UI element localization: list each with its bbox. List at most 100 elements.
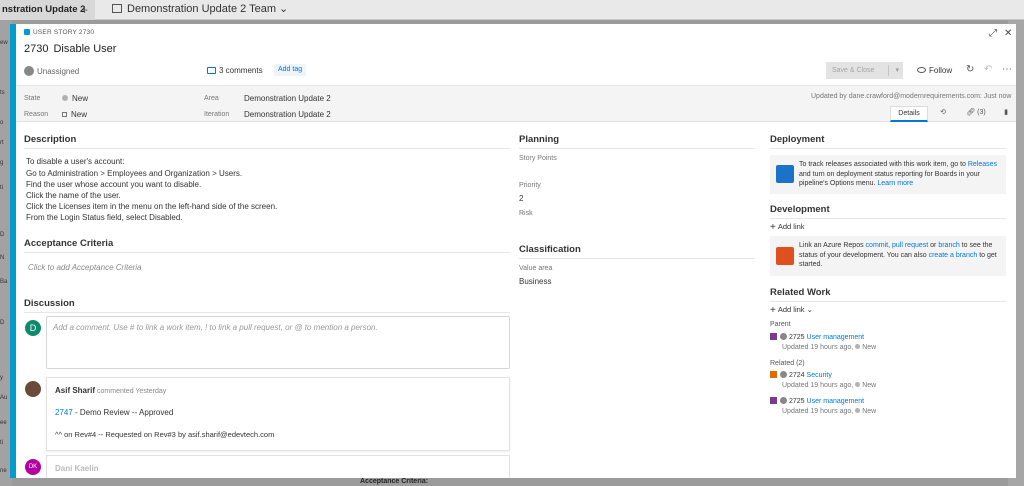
learn-more-link[interactable]: Learn more — [877, 180, 913, 187]
bg-left-label: ne — [0, 468, 7, 474]
tab-attachments[interactable]: ▮ — [994, 106, 1016, 122]
development-add-link-button[interactable]: + Add link — [770, 222, 805, 233]
bg-left-label: ts — [0, 90, 5, 96]
pull-request-link[interactable]: pull request — [892, 242, 928, 249]
discussion-title: Discussion — [24, 298, 75, 309]
value-area-value[interactable]: Business — [519, 277, 551, 286]
acceptance-criteria-input[interactable]: Click to add Acceptance Criteria — [28, 263, 142, 272]
assigned-to[interactable]: Unassigned — [24, 66, 79, 76]
related-add-link-button[interactable]: + Add link ⌄ — [770, 305, 813, 316]
divider — [519, 258, 755, 259]
add-icon[interactable]: + — [81, 3, 88, 17]
story-points-input[interactable] — [519, 166, 755, 178]
planning-title: Planning — [519, 134, 560, 145]
plus-icon: + — [770, 305, 776, 316]
state-dot-icon — [855, 408, 861, 413]
comment-author: Asif Sharif commented Yesterday — [55, 386, 167, 395]
development-info: Link an Azure Repos commit, pull request… — [770, 236, 1006, 276]
create-branch-link[interactable]: create a branch — [929, 252, 978, 259]
description-line: Click the name of the user. — [26, 191, 121, 200]
releases-link[interactable]: Releases — [968, 161, 997, 168]
iteration-value[interactable]: Demonstration Update 2 — [244, 110, 331, 119]
refresh-icon[interactable]: ↻ — [966, 64, 974, 75]
updated-by[interactable]: Updated by dane.crawford@modernrequireme… — [811, 93, 1011, 100]
deployment-info: To track releases associated with this w… — [770, 155, 1006, 194]
avatar — [780, 333, 787, 340]
state-value[interactable]: New — [62, 94, 88, 103]
related-work-title: Related Work — [770, 287, 831, 298]
divider — [24, 312, 510, 313]
comment-author: Dani Kaelin — [55, 464, 99, 473]
acceptance-criteria-title: Acceptance Criteria — [24, 238, 114, 249]
tab-details[interactable]: Details — [890, 106, 928, 122]
work-item-link[interactable]: 2747 — [55, 408, 73, 417]
bg-left-label: g — [0, 160, 4, 166]
story-points-label: Story Points — [519, 155, 557, 162]
development-title: Development — [770, 204, 830, 215]
background-bottom-label: Acceptance Criteria: — [360, 478, 429, 485]
lock-icon — [62, 112, 67, 117]
more-actions-icon[interactable]: ⋯ — [1002, 64, 1012, 75]
expand-icon[interactable]: ⤢ — [989, 28, 997, 39]
eye-icon — [917, 67, 926, 73]
history-icon: ⟲ — [940, 109, 946, 116]
bg-left-label: ti — [0, 440, 3, 446]
deployment-text: To track releases associated with this w… — [799, 161, 998, 187]
crown-icon — [770, 371, 777, 378]
related-group-label: Related (2) — [770, 360, 805, 367]
comment-input[interactable]: Add a comment. Use # to link a work item… — [46, 316, 510, 369]
bg-left-label: N — [0, 255, 5, 261]
follow-button[interactable]: Follow — [917, 66, 952, 75]
related-item[interactable]: 2725 User management — [770, 333, 864, 341]
board-icon — [112, 4, 122, 13]
plus-icon: + — [770, 222, 776, 233]
description-line: From the Login Status field, select Disa… — [26, 213, 183, 222]
description-line: To disable a user's account: — [26, 157, 125, 166]
comment-card: Asif Sharif commented Yesterday 2747 - De… — [46, 377, 510, 451]
chevron-down-icon[interactable]: ▾ — [895, 62, 899, 79]
related-item[interactable]: 2725 User management — [770, 397, 864, 405]
reason-value[interactable]: New — [62, 110, 87, 119]
state-dot-icon — [855, 382, 861, 387]
divider — [770, 148, 1006, 149]
bg-left-label: ee — [0, 420, 7, 426]
commit-link[interactable]: commit — [866, 242, 889, 249]
related-item-meta: Updated 19 hours ago, New — [782, 382, 877, 389]
branch-link[interactable]: branch — [938, 242, 959, 249]
close-icon[interactable]: ✕ — [1004, 28, 1012, 39]
divider — [24, 252, 510, 253]
description-line: Find the user whose account you want to … — [26, 180, 202, 189]
work-item-title[interactable]: 2730 Disable User — [24, 43, 116, 55]
risk-label: Risk — [519, 210, 533, 217]
undo-icon[interactable]: ↶ — [984, 64, 992, 75]
tab-links[interactable]: 🔗︎ (3) — [958, 106, 994, 122]
divider — [770, 301, 1006, 302]
add-tag-button[interactable]: Add tag — [274, 64, 307, 76]
area-value[interactable]: Demonstration Update 2 — [244, 94, 331, 103]
comments-link[interactable]: 3 comments — [207, 66, 263, 75]
description-line: Go to Administration > Employees and Org… — [26, 169, 243, 178]
fields-bar: State New Reason New Area Demonstration … — [16, 86, 1016, 122]
save-close-button[interactable]: Save & Close ▾ — [826, 62, 903, 79]
development-text: Link an Azure Repos commit, pull request… — [799, 242, 997, 268]
bg-left-label: o — [0, 120, 4, 126]
bg-left-label: rt — [0, 140, 4, 146]
user-story-icon — [24, 29, 30, 35]
related-item-meta: Updated 19 hours ago, New — [782, 344, 877, 351]
bg-left-label: D — [0, 320, 5, 326]
background-board-title[interactable]: Demonstration Update 2 Team ⌄ — [112, 2, 288, 15]
description-line: Click the Licenses item in the menu on t… — [26, 202, 278, 211]
comment-text: 2747 - Demo Review -- Approved — [55, 408, 174, 417]
state-label: State — [24, 95, 41, 102]
avatar — [780, 371, 787, 378]
area-label: Area — [204, 95, 219, 102]
divider — [24, 148, 510, 149]
link-icon: 🔗︎ — [966, 109, 976, 116]
tab-history[interactable]: ⟲ — [928, 106, 958, 122]
priority-value[interactable]: 2 — [519, 194, 523, 203]
comment-card: Dani Kaelin — [46, 455, 510, 478]
description-title: Description — [24, 134, 77, 145]
related-item-meta: Updated 19 hours ago, New — [782, 408, 877, 415]
related-item[interactable]: 2724 Security — [770, 371, 832, 379]
work-item-dialog: USER STORY 2730 ⤢ ✕ 2730 Disable User Una… — [10, 24, 1016, 478]
